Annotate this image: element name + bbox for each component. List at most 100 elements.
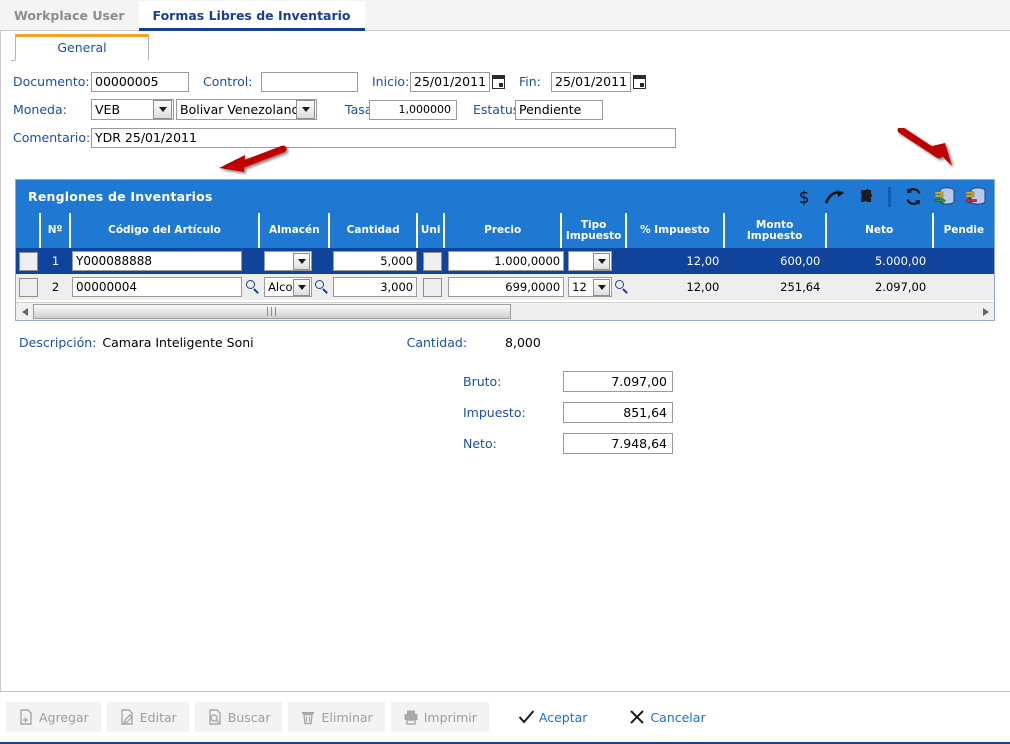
tab-general[interactable]: General [15, 34, 149, 61]
close-icon [629, 709, 645, 725]
control-input[interactable] [261, 72, 358, 92]
chevron-down-icon[interactable] [293, 279, 310, 296]
estatus-label: Estatus: [457, 102, 515, 117]
comentario-input[interactable] [91, 128, 676, 148]
currency-icon[interactable]: $ [793, 186, 815, 208]
search-icon[interactable] [615, 280, 629, 294]
database-export-icon[interactable] [964, 186, 986, 208]
cantidad-input[interactable]: 3,000 [333, 277, 417, 297]
codigo-articulo-input[interactable]: Y000088888 [72, 251, 242, 271]
row-select-checkbox[interactable] [19, 278, 38, 297]
grid-header-almacen[interactable]: Almacén [260, 213, 330, 248]
cancelar-button[interactable]: Cancelar [616, 702, 718, 732]
pct-impuesto-value: 12,00 [631, 248, 727, 274]
neto-value: 2.097,00 [828, 274, 934, 300]
row-number: 2 [41, 274, 70, 300]
imprimir-button[interactable]: Imprimir [391, 702, 489, 732]
chevron-down-icon[interactable] [593, 279, 610, 296]
detail-row-neto: Neto: 7.948,64 [19, 432, 989, 454]
row-select-checkbox[interactable] [19, 252, 38, 271]
grid-header-uni[interactable]: Uni [418, 213, 445, 248]
search-icon[interactable] [246, 254, 260, 268]
grid-horizontal-scrollbar[interactable]: ||| [16, 302, 994, 320]
grid-header-cantidad[interactable]: Cantidad [330, 213, 418, 248]
uni-field[interactable] [423, 252, 442, 271]
chevron-down-icon[interactable] [296, 100, 315, 119]
search-icon[interactable] [315, 280, 329, 294]
tipo-impuesto-select[interactable]: 12 [568, 277, 612, 297]
precio-input[interactable]: 699,0000 [448, 277, 564, 297]
module-tab-label: Workplace User [14, 8, 125, 23]
almacen-select[interactable]: Alco [264, 277, 312, 297]
estatus-input[interactable] [515, 100, 603, 120]
uni-field[interactable] [423, 278, 442, 297]
calendar-icon-inicio[interactable] [492, 75, 505, 89]
almacen-select[interactable]: Alco [264, 251, 312, 271]
form-row-2: Moneda: VEB Bolivar Venezolano Tasa: Est… [13, 97, 993, 122]
descripcion-value: Camara Inteligente Soni [102, 335, 253, 350]
imprimir-label: Imprimir [424, 710, 477, 725]
chevron-down-icon[interactable] [293, 253, 310, 270]
grid-toolbar: $ [793, 186, 994, 208]
add-document-icon [18, 709, 34, 725]
moneda-name-select[interactable]: Bolivar Venezolano [176, 99, 317, 120]
search-icon[interactable] [246, 280, 260, 294]
search-icon[interactable] [615, 254, 629, 268]
puzzle-piece-icon[interactable] [855, 186, 877, 208]
grid-header-neto[interactable]: Neto [827, 213, 934, 248]
chevron-down-icon[interactable] [593, 253, 610, 270]
detail-row-bruto: Bruto: 7.097,00 [19, 370, 989, 392]
cantidad-input[interactable]: 5,000 [333, 251, 417, 271]
fin-date-input[interactable] [551, 72, 631, 92]
descripcion-label: Descripción: [19, 335, 96, 350]
scroll-right-arrow-icon[interactable] [977, 303, 994, 320]
tipo-impuesto-select[interactable]: 12 [568, 251, 612, 271]
tasa-input[interactable] [369, 100, 457, 120]
database-import-icon[interactable] [933, 186, 955, 208]
tab-general-label: General [57, 40, 106, 55]
module-tab-formas-libres[interactable]: Formas Libres de Inventario [139, 1, 365, 31]
refresh-icon[interactable] [902, 186, 924, 208]
calendar-icon-fin[interactable] [633, 75, 646, 89]
codigo-articulo-input[interactable]: 00000004 [72, 277, 242, 297]
aceptar-button[interactable]: Aceptar [505, 702, 601, 732]
module-tab-workplace-user[interactable]: Workplace User [0, 1, 139, 31]
table-row[interactable]: 1 Y000088888 Alco 5,000 1.000,0000 [16, 248, 994, 274]
eliminar-button[interactable]: Eliminar [288, 702, 384, 732]
moneda-code-value: VEB [92, 100, 153, 119]
editar-button[interactable]: Editar [107, 702, 189, 732]
grid-title-bar: Renglones de Inventarios $ [16, 180, 994, 213]
scrollbar-thumb[interactable]: ||| [33, 304, 511, 319]
buscar-button[interactable]: Buscar [195, 702, 283, 732]
documento-input[interactable] [91, 72, 189, 92]
grid-header-pendiente[interactable]: Pendie [934, 213, 994, 248]
grid-header-select [16, 213, 41, 248]
neto-total-value: 7.948,64 [563, 433, 673, 454]
neto-value: 5.000,00 [828, 248, 934, 274]
precio-input[interactable]: 1.000,0000 [448, 251, 564, 271]
tab-strip-filler [149, 41, 1001, 61]
grid-header-tipo-impuesto[interactable]: Tipo Impuesto [562, 213, 627, 248]
search-icon[interactable] [315, 254, 329, 268]
comentario-label: Comentario: [13, 130, 91, 145]
table-row[interactable]: 2 00000004 Alco 3,000 699,0000 [16, 274, 994, 300]
agregar-button[interactable]: Agregar [6, 702, 101, 732]
inicio-date-input[interactable] [410, 72, 490, 92]
grid-header-precio[interactable]: Precio [445, 213, 562, 248]
chevron-down-icon[interactable] [153, 100, 172, 119]
grid-header-monto-impuesto[interactable]: Monto Impuesto [725, 213, 827, 248]
editar-label: Editar [140, 710, 177, 725]
cantidad-total-value: 8,000 [505, 335, 541, 350]
grid-header-num[interactable]: Nº [41, 213, 70, 248]
forward-arrow-icon[interactable] [824, 186, 846, 208]
search-document-icon [207, 709, 223, 725]
grid-header-pct-impuesto[interactable]: % Impuesto [627, 213, 724, 248]
scrollbar-track[interactable]: ||| [33, 303, 977, 320]
inventory-lines-panel: Renglones de Inventarios $ [15, 179, 995, 321]
grid-header-codigo[interactable]: Código del Artículo [71, 213, 261, 248]
fin-label: Fin: [505, 74, 551, 89]
inner-tab-strip: General [11, 34, 1001, 61]
svg-text:$: $ [799, 188, 810, 207]
scroll-left-arrow-icon[interactable] [16, 303, 33, 320]
moneda-code-select[interactable]: VEB [91, 99, 174, 120]
